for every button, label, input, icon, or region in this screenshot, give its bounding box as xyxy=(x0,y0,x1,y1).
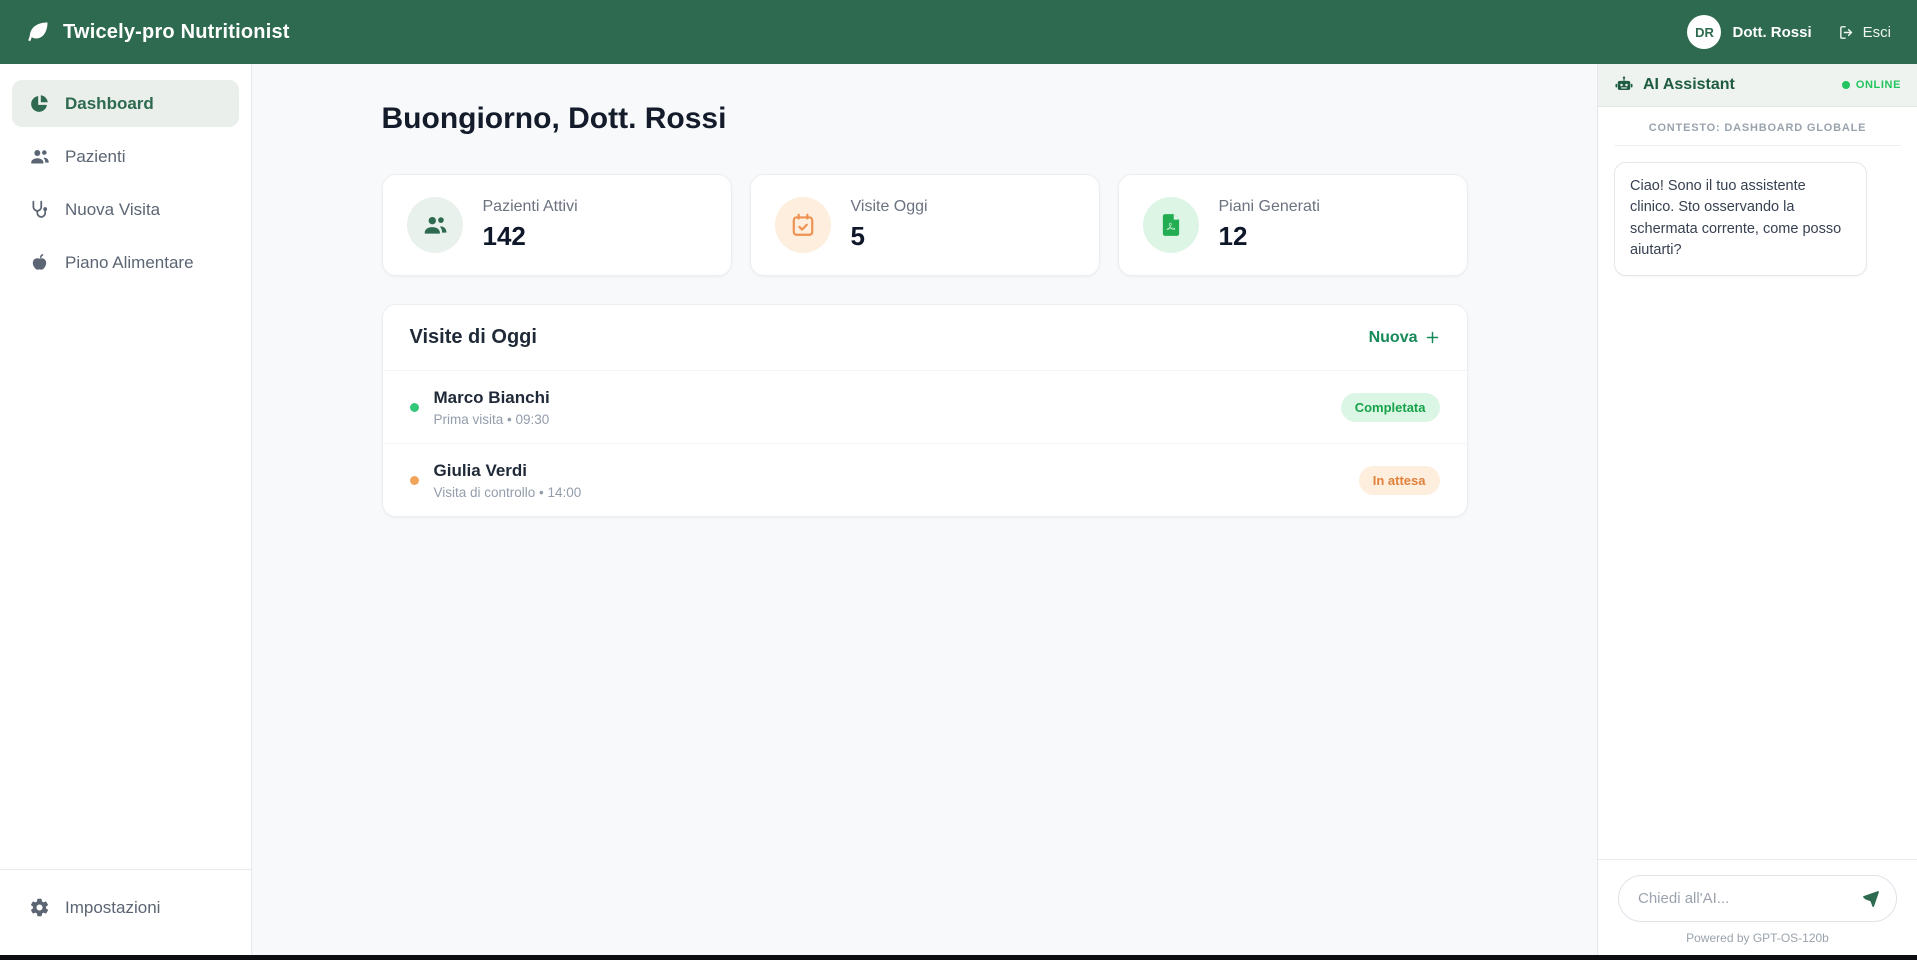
visits-title: Visite di Oggi xyxy=(410,326,537,349)
send-button[interactable] xyxy=(1858,886,1884,912)
pie-chart-icon xyxy=(29,93,50,114)
sidebar-nav: Dashboard Pazienti Nuova Visita Piano Al… xyxy=(0,64,251,869)
new-visit-button[interactable]: Nuova xyxy=(1369,329,1440,347)
patient-name: Giulia Verdi xyxy=(434,461,582,481)
assistant-message: Ciao! Sono il tuo assistente clinico. St… xyxy=(1614,162,1867,276)
stat-card-pazienti-attivi: Pazienti Attivi 142 xyxy=(382,174,732,276)
calendar-check-icon xyxy=(775,197,831,253)
visit-row-marco-bianchi[interactable]: Marco Bianchi Prima visita • 09:30 Compl… xyxy=(383,371,1467,444)
visits-card: Visite di Oggi Nuova Marco Bianchi Prima… xyxy=(382,304,1468,517)
assistant-title: AI Assistant xyxy=(1643,76,1735,94)
bottom-edge-strip xyxy=(0,955,1917,960)
stat-card-visite-oggi: Visite Oggi 5 xyxy=(750,174,1100,276)
status-badge: In attesa xyxy=(1359,466,1440,495)
context-label: CONTESTO: DASHBOARD GLOBALE xyxy=(1614,107,1901,146)
user-menu[interactable]: DR Dott. Rossi xyxy=(1687,15,1811,49)
new-visit-label: Nuova xyxy=(1369,329,1418,347)
sidebar-item-nuova-visita[interactable]: Nuova Visita xyxy=(12,186,239,233)
sidebar-item-label: Nuova Visita xyxy=(65,200,160,220)
stethoscope-icon xyxy=(29,199,50,220)
page-title: Buongiorno, Dott. Rossi xyxy=(382,102,1468,136)
app-title: Twicely-pro Nutritionist xyxy=(63,21,290,44)
stat-value: 142 xyxy=(483,221,578,252)
leaf-logo-icon xyxy=(26,20,50,44)
visit-detail: Visita di controllo • 14:00 xyxy=(434,485,582,500)
stat-label: Piani Generati xyxy=(1219,198,1320,216)
sidebar-item-label: Pazienti xyxy=(65,147,125,167)
online-label: ONLINE xyxy=(1856,79,1901,91)
patient-name: Marco Bianchi xyxy=(434,388,550,408)
chat-footer: Powered by GPT-OS-120b xyxy=(1598,859,1917,955)
assistant-header: AI Assistant ONLINE xyxy=(1598,64,1917,107)
visit-row-giulia-verdi[interactable]: Giulia Verdi Visita di controllo • 14:00… xyxy=(383,444,1467,516)
sidebar: Dashboard Pazienti Nuova Visita Piano Al… xyxy=(0,64,252,955)
visit-detail: Prima visita • 09:30 xyxy=(434,412,550,427)
status-indicator: ONLINE xyxy=(1842,79,1901,91)
ai-chat-input[interactable] xyxy=(1618,875,1897,922)
stat-value: 5 xyxy=(851,221,928,252)
users-icon xyxy=(29,146,50,167)
topbar: Twicely-pro Nutritionist DR Dott. Rossi … xyxy=(0,0,1917,64)
ai-assistant-panel: AI Assistant ONLINE CONTESTO: DASHBOARD … xyxy=(1597,64,1917,955)
sidebar-item-pazienti[interactable]: Pazienti xyxy=(12,133,239,180)
topbar-right: DR Dott. Rossi Esci xyxy=(1687,15,1891,49)
users-icon xyxy=(407,197,463,253)
avatar: DR xyxy=(1687,15,1721,49)
plus-icon xyxy=(1425,330,1440,345)
gear-icon xyxy=(29,897,50,918)
stat-label: Visite Oggi xyxy=(851,198,928,216)
sidebar-item-dashboard[interactable]: Dashboard xyxy=(12,80,239,127)
logout-button[interactable]: Esci xyxy=(1838,24,1891,41)
sidebar-item-label: Impostazioni xyxy=(65,898,160,918)
sidebar-footer: Impostazioni xyxy=(0,869,251,955)
stat-label: Pazienti Attivi xyxy=(483,198,578,216)
sidebar-item-label: Piano Alimentare xyxy=(65,253,194,273)
sidebar-item-label: Dashboard xyxy=(65,94,154,114)
user-name: Dott. Rossi xyxy=(1732,24,1811,41)
main-content: Buongiorno, Dott. Rossi Pazienti Attivi … xyxy=(252,64,1597,955)
stat-value: 12 xyxy=(1219,221,1320,252)
apple-icon xyxy=(29,252,50,273)
sidebar-item-piano-alimentare[interactable]: Piano Alimentare xyxy=(12,239,239,286)
status-dot xyxy=(410,403,419,412)
logout-icon xyxy=(1838,24,1855,41)
status-dot xyxy=(410,476,419,485)
stats-row: Pazienti Attivi 142 Visite Oggi 5 xyxy=(382,174,1468,276)
robot-icon xyxy=(1614,75,1634,95)
online-dot-icon xyxy=(1842,81,1850,89)
powered-by-label: Powered by GPT-OS-120b xyxy=(1618,931,1897,945)
stat-card-piani-generati: Piani Generati 12 xyxy=(1118,174,1468,276)
status-badge: Completata xyxy=(1341,393,1440,422)
chat-messages: Ciao! Sono il tuo assistente clinico. St… xyxy=(1598,146,1917,859)
visits-card-header: Visite di Oggi Nuova xyxy=(383,305,1467,371)
pdf-file-icon xyxy=(1143,197,1199,253)
sidebar-item-impostazioni[interactable]: Impostazioni xyxy=(12,884,239,931)
paper-plane-icon xyxy=(1861,889,1881,909)
logout-label: Esci xyxy=(1863,24,1891,41)
